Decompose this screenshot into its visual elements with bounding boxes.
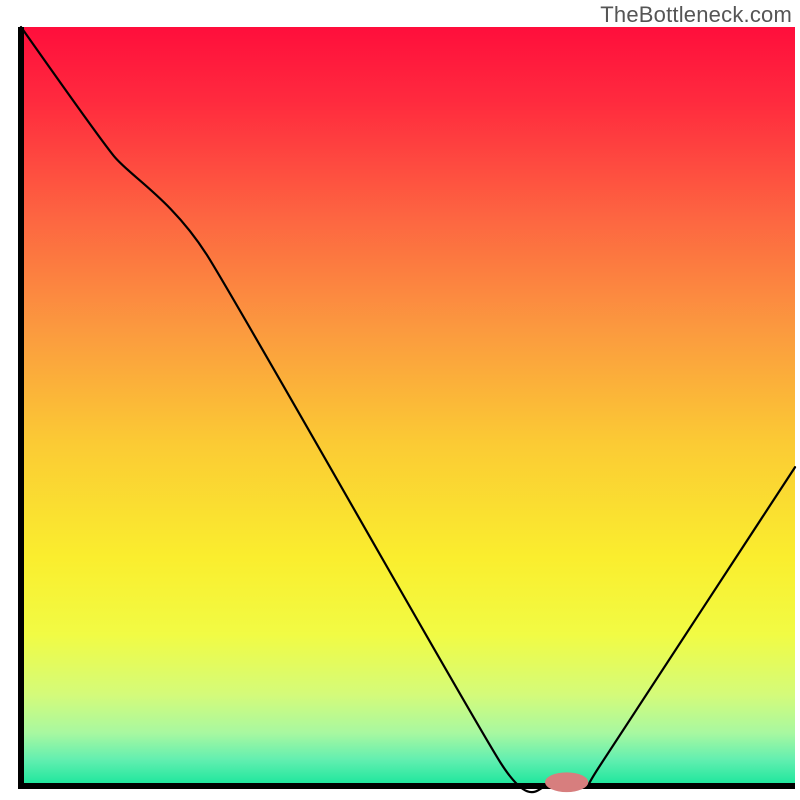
watermark-text: TheBottleneck.com [600, 2, 792, 28]
bottleneck-curve-chart [0, 0, 800, 800]
optimal-marker [545, 772, 588, 792]
plot-background [21, 27, 795, 786]
